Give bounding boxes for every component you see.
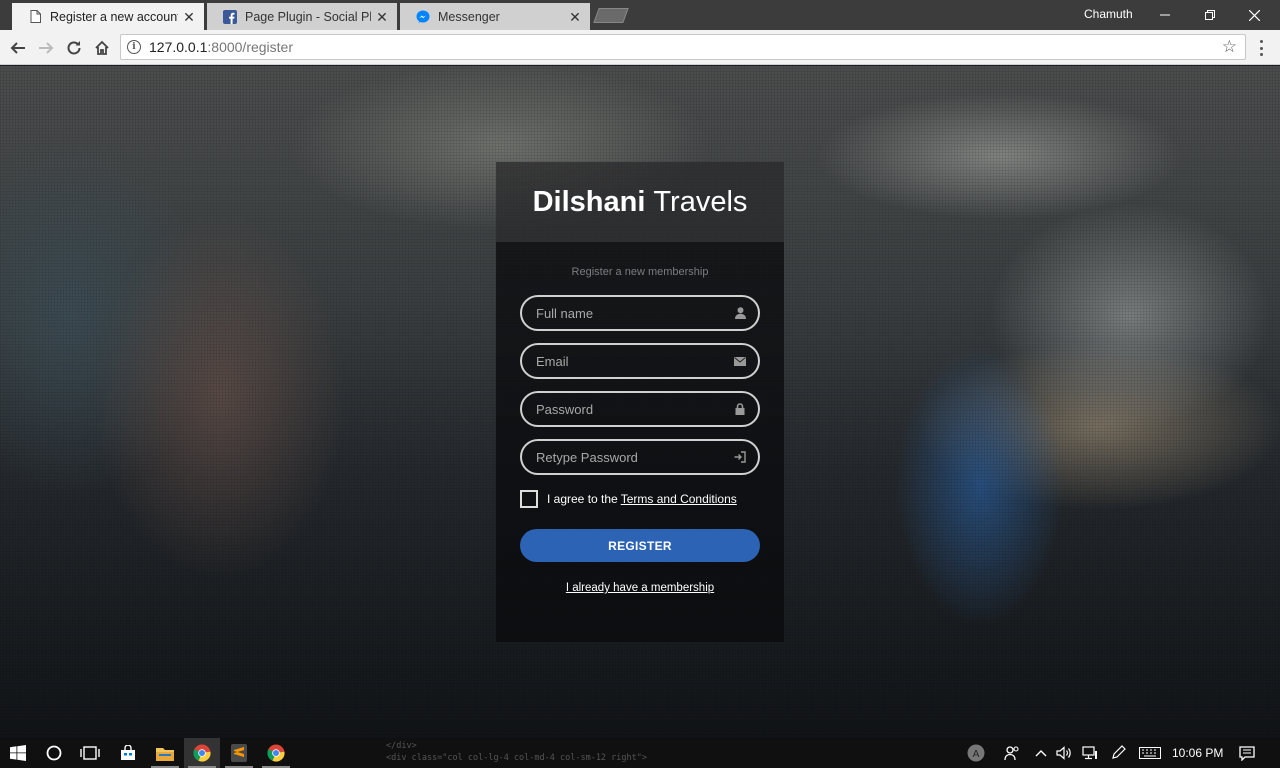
login-icon (733, 450, 747, 464)
chrome-icon[interactable] (184, 738, 220, 768)
close-tab-icon[interactable]: ✕ (182, 10, 196, 24)
full-name-input[interactable] (520, 295, 760, 331)
chevron-up-icon[interactable] (1032, 743, 1050, 763)
restore-icon[interactable] (1187, 0, 1232, 30)
svg-text:A: A (973, 749, 980, 760)
tab-title: Page Plugin - Social Plug (245, 9, 371, 24)
new-tab-button[interactable] (593, 8, 629, 23)
bookmark-star-icon[interactable]: ☆ (1222, 37, 1237, 57)
register-button[interactable]: REGISTER (520, 529, 760, 562)
retype-password-group (520, 439, 760, 475)
facebook-icon (223, 9, 237, 24)
terms-link[interactable]: Terms and Conditions (621, 492, 737, 506)
agree-text: I agree to the (547, 492, 618, 506)
cortana-icon[interactable] (36, 738, 72, 768)
user-icon (733, 306, 747, 320)
password-input[interactable] (520, 391, 760, 427)
password-group (520, 391, 760, 427)
task-view-icon[interactable] (72, 738, 108, 768)
forward-icon[interactable] (34, 36, 58, 60)
terms-row: I agree to the Terms and Conditions (520, 489, 760, 509)
keyboard-icon[interactable] (1138, 743, 1162, 763)
action-center-icon[interactable] (1236, 743, 1258, 763)
browser-titlebar: Register a new account | ✕ Page Plugin -… (0, 0, 1280, 30)
close-window-icon[interactable] (1232, 0, 1277, 30)
tab-title: Messenger (438, 9, 500, 24)
tab-register[interactable]: Register a new account | ✕ (12, 3, 204, 30)
minimize-icon[interactable] (1142, 0, 1187, 30)
address-bar[interactable]: i 127.0.0.1:8000/register ☆ (120, 34, 1246, 60)
code-peek: </div> <div class="col col-lg-4 col-md-4 … (386, 741, 647, 763)
sublime-text-icon[interactable] (221, 738, 257, 768)
close-tab-icon[interactable]: ✕ (568, 10, 582, 24)
volume-icon[interactable] (1054, 743, 1074, 763)
store-icon[interactable] (110, 738, 146, 768)
tab-title: Register a new account | (50, 9, 178, 24)
browser-menu-icon[interactable] (1256, 38, 1266, 58)
tab-messenger[interactable]: Messenger ✕ (400, 3, 590, 30)
taskbar-clock[interactable]: 10:06 PM (1172, 746, 1223, 760)
home-icon[interactable] (90, 36, 114, 60)
terms-checkbox[interactable] (520, 490, 538, 508)
profile-name[interactable]: Chamuth (1084, 7, 1133, 21)
close-tab-icon[interactable]: ✕ (375, 10, 389, 24)
windows-start-icon[interactable] (0, 738, 36, 768)
page-background: Dilshani Travels Register a new membersh… (0, 66, 1280, 738)
retype-password-input[interactable] (520, 439, 760, 475)
tab-page-plugin[interactable]: Page Plugin - Social Plug ✕ (207, 3, 397, 30)
windows-taskbar: </div> <div class="col col-lg-4 col-md-4 … (0, 738, 1280, 768)
back-icon[interactable] (6, 36, 30, 60)
url-text[interactable]: 127.0.0.1:8000/register (149, 39, 293, 55)
existing-membership-link[interactable]: I already have a membership (520, 582, 760, 594)
envelope-icon (733, 354, 747, 368)
lock-icon (733, 402, 747, 416)
reload-icon[interactable] (62, 36, 86, 60)
messenger-icon (416, 10, 430, 24)
info-icon[interactable]: i (127, 40, 141, 54)
brand-logo: Dilshani Travels (496, 162, 784, 242)
file-explorer-icon[interactable] (147, 738, 183, 768)
register-card: Dilshani Travels Register a new membersh… (496, 162, 784, 642)
form-subtitle: Register a new membership (571, 266, 709, 278)
register-form: Register a new membership Full name Emai… (496, 242, 784, 642)
brand-light: Travels (653, 185, 748, 218)
email-input[interactable] (520, 343, 760, 379)
people-icon[interactable] (1002, 743, 1022, 763)
browser-toolbar: i 127.0.0.1:8000/register ☆ (0, 30, 1280, 65)
full-name-group (520, 295, 760, 331)
email-group (520, 343, 760, 379)
brand-bold: Dilshani (532, 185, 646, 218)
document-icon (28, 10, 42, 24)
pen-icon[interactable] (1108, 743, 1128, 763)
account-avatar-icon[interactable]: A (966, 743, 986, 763)
chrome-icon-2[interactable] (258, 738, 294, 768)
network-icon[interactable] (1080, 743, 1100, 763)
